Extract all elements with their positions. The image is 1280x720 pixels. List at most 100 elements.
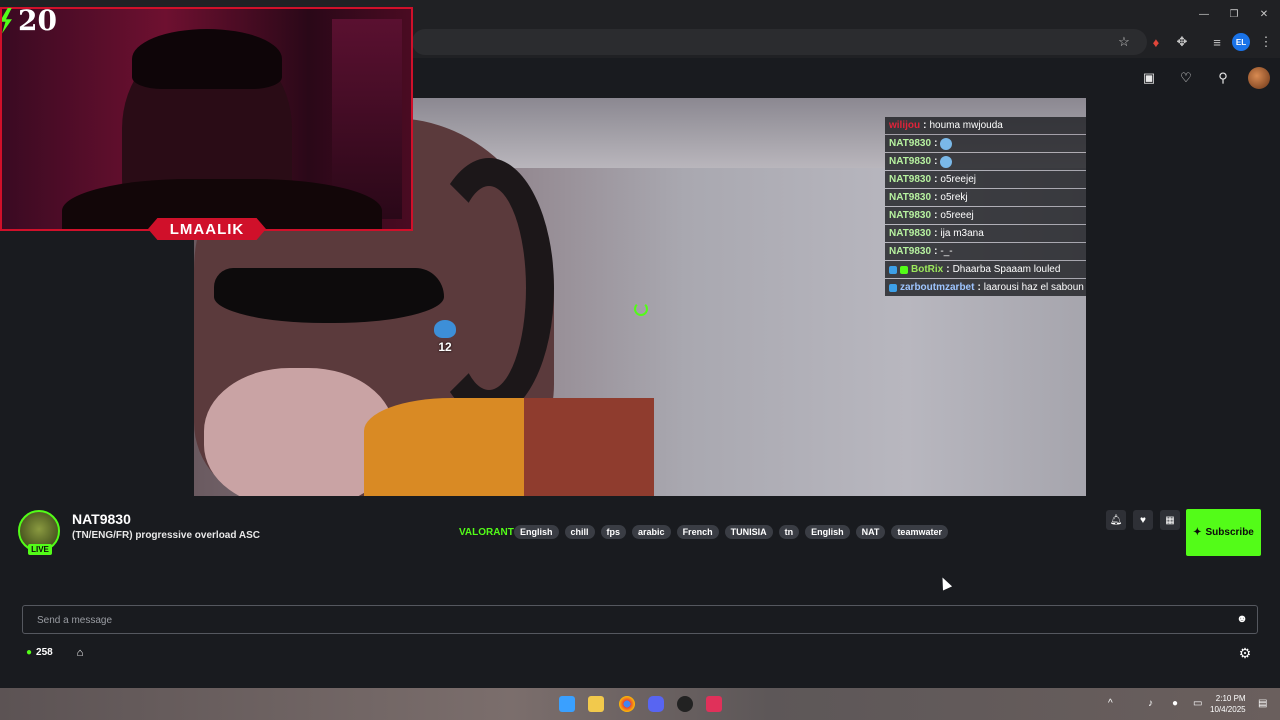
extensions-puzzle-icon[interactable]: ✥ [1172,32,1192,52]
chat-username[interactable]: wilijou [889,120,920,131]
video-headset [424,158,554,418]
chat-username[interactable]: NAT9830 [889,228,931,239]
chat-message: NAT9830: -_- [885,243,1086,260]
stream-tag[interactable]: arabic [632,525,671,539]
chat-username[interactable]: NAT9830 [889,192,931,203]
chat-message-text: o5reejej [940,174,976,185]
follow-heart-icon[interactable]: ♥ [1133,510,1153,530]
store-icon[interactable]: ⌂ [73,646,87,660]
chat-separator: : [977,282,981,293]
emoji-icon[interactable]: ☻ [1235,612,1249,626]
chat-input[interactable] [35,611,1219,630]
maximize-button[interactable]: ❐ [1224,4,1244,24]
chat-username[interactable]: NAT9830 [889,156,931,167]
discord-icon[interactable] [648,696,664,712]
chat-message: NAT9830: o5rekj [885,189,1086,206]
stream-tag[interactable]: English [514,525,559,539]
chat-message: wilijou: houma mwjouda [885,117,1086,134]
webcam-name-label: LMAALIK [148,218,266,240]
heart-icon[interactable]: ♡ [1175,67,1197,89]
chat-input-container: ☻ [22,605,1258,634]
chrome-menu-icon[interactable]: ⋮ [1256,32,1276,52]
address-bar[interactable] [412,29,1147,55]
webcam-counter-value: 20 [18,4,57,37]
stream-tag[interactable]: French [676,525,719,539]
inbox-icon[interactable]: ▣ [1138,67,1160,89]
display-icon[interactable]: ▭ [1193,698,1202,709]
clock-time: 2:10 PM [1215,694,1246,703]
minimize-button[interactable]: — [1194,4,1214,24]
chat-message: NAT9830: o5reeej [885,207,1086,224]
chat-message: NAT9830: ija m3ana [885,225,1086,242]
valorant-icon[interactable] [706,696,722,712]
user-badge-icon [889,283,897,292]
chat-separator: : [934,192,938,203]
tray-chevron-icon[interactable]: ^ [1108,698,1113,709]
channel-name[interactable]: NAT9830 [72,511,131,527]
speaker-icon[interactable]: ♪ [1148,698,1153,709]
emote-badge: 12 [430,320,460,360]
subscribe-button[interactable]: ✦ Subscribe [1186,509,1261,556]
chat-message: NAT9830: [885,153,1086,170]
video-sunglasses [214,268,444,323]
chat-overlay: wilijou: houma mwjouda NAT9830: NAT9830: NAT… [885,117,1086,297]
category-link[interactable]: VALORANT [459,527,514,538]
system-clock[interactable]: 2:10 PM 10/4/2025 [1210,693,1246,715]
kick-logo-icon [2,7,12,34]
chat-message-text: o5rekj [940,192,968,203]
search-icon[interactable]: ⚲ [1212,67,1234,89]
chat-username[interactable]: BotRix [911,264,943,275]
settings-gear-icon[interactable]: ⚙ [1237,645,1253,661]
chat-separator: : [934,174,938,185]
stream-title: (TN/ENG/FR) progressive overload ASC [72,530,260,541]
subscribe-label: Subscribe [1205,527,1254,538]
gift-icon[interactable]: ▦ [1160,510,1180,530]
profile-chip[interactable]: EL [1232,33,1250,51]
stream-tag[interactable]: fps [600,525,627,539]
notifications-icon[interactable]: ▤ [1258,698,1267,709]
emote-icon [940,155,953,168]
notification-bell-icon[interactable]: 🔔︎ [1106,510,1126,530]
chat-separator: : [934,246,938,257]
file-explorer-icon[interactable] [588,696,604,712]
chat-message: NAT9830: o5reejej [885,171,1086,188]
stream-tag[interactable]: tn [778,525,800,539]
tag-list: English chill fps arabic French TUNISIA tn Engl… [514,525,948,539]
webcam-overlay [0,7,413,231]
stream-tag[interactable]: NAT [855,525,886,539]
chat-username[interactable]: zarboutmzarbet [900,282,974,293]
chat-message-text: Dhaarba Spaaam louled [952,264,1061,275]
extension-icon[interactable]: ♦ [1146,32,1166,52]
chat-separator: : [923,120,927,131]
chat-message: NAT9830: [885,135,1086,152]
bookmark-star-icon[interactable]: ☆ [1114,32,1134,52]
stream-tag[interactable]: teamwater [891,525,948,539]
app-icon[interactable] [677,696,693,712]
webcam-counter: 20 [2,4,57,37]
chat-username[interactable]: NAT9830 [889,246,931,257]
stream-tag[interactable]: TUNISIA [724,525,773,539]
sparkle-icon: ✦ [1193,527,1202,538]
chat-message-text: ija m3ana [940,228,984,239]
chrome-icon[interactable] [619,696,635,712]
chat-separator: : [934,210,938,221]
webcam-hair [132,29,282,89]
chat-username[interactable]: NAT9830 [889,174,931,185]
chat-username[interactable]: NAT9830 [889,210,931,221]
media-controls-icon[interactable]: ≡ [1207,32,1227,52]
stream-tag[interactable]: chill [564,525,595,539]
chat-message-text: houma mwjouda [929,120,1003,131]
windows-start-icon[interactable] [559,696,575,712]
user-avatar[interactable] [1248,67,1270,89]
microphone-icon[interactable]: ● [1172,698,1178,709]
stream-tag[interactable]: English [805,525,850,539]
chat-message: zarboutmzarbet: laarousi haz el saboun [885,279,1086,296]
chat-separator: : [946,264,950,275]
close-window-button[interactable]: ✕ [1254,4,1274,24]
live-badge: LIVE [28,544,52,555]
chat-username[interactable]: NAT9830 [889,138,931,149]
chat-message: BotRix: Dhaarba Spaaam louled [885,261,1086,278]
windows-taskbar: ^ ♪ ● ▭ 2:10 PM 10/4/2025 ▤ [0,688,1280,720]
chat-separator: : [934,138,938,149]
emote-badge-number: 12 [438,340,452,354]
